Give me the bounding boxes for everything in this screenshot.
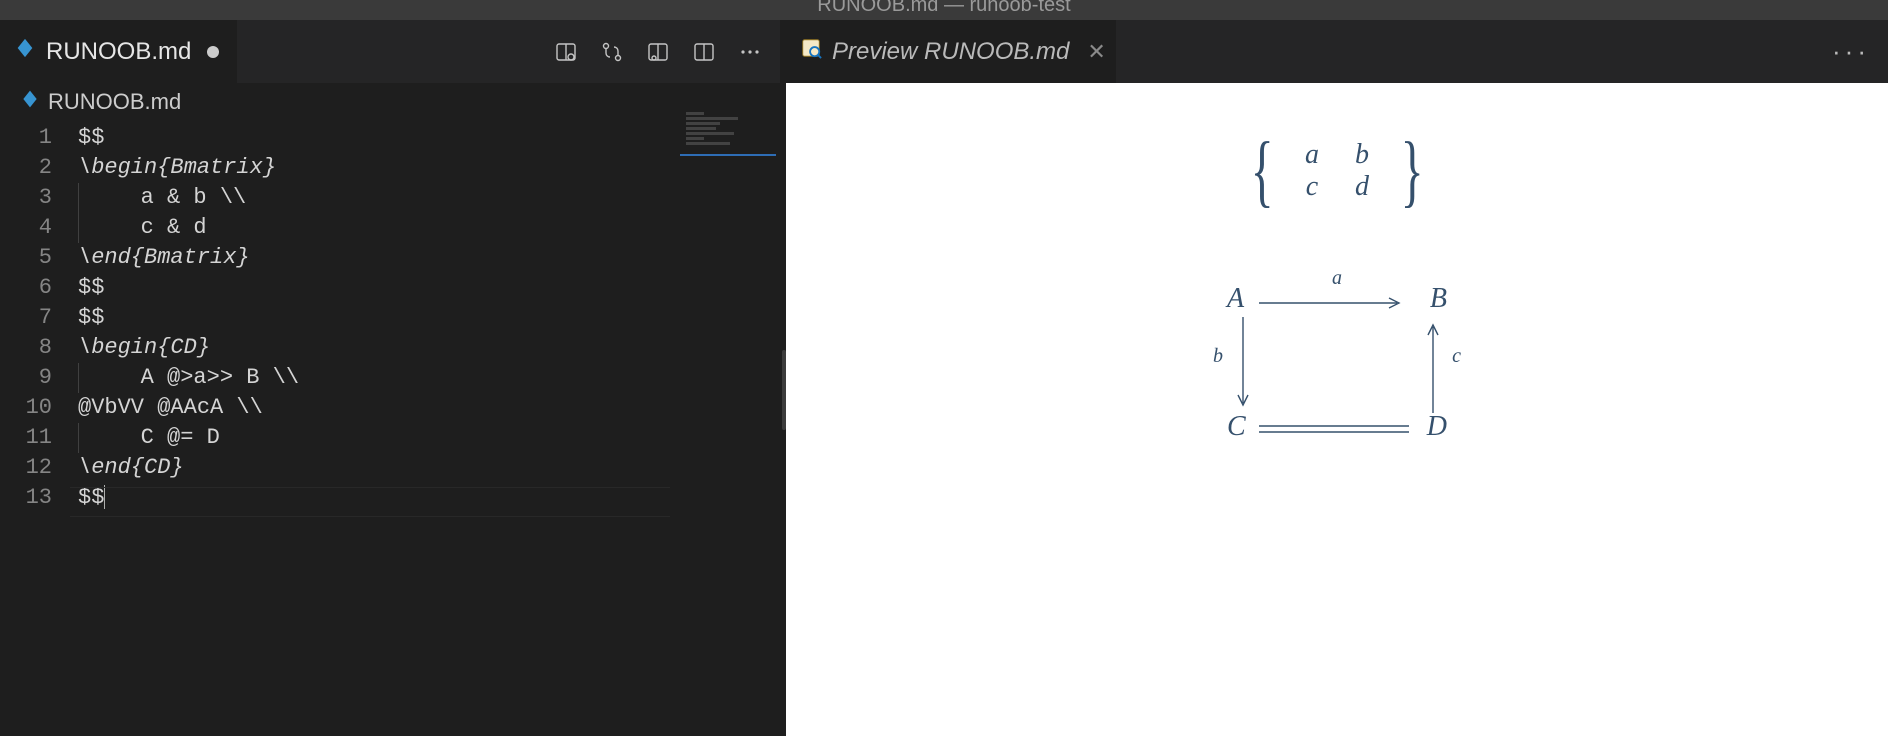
window-titlebar: RUNOOB.md — runoob-test [0,0,1888,20]
split-editor-icon[interactable] [642,36,674,68]
pane-splitter[interactable] [780,20,786,736]
editor-tab-runoob[interactable]: RUNOOB.md [0,20,237,83]
gutter: 1234567 8910111213 [0,119,70,736]
toggle-layout-icon[interactable] [688,36,720,68]
more-icon[interactable] [734,36,766,68]
markdown-icon [14,37,36,66]
code-content[interactable]: $$ \begin{Bmatrix} a & b \\ c & d \end{B… [70,119,780,736]
editor-pane: RUNOOB.md [0,20,780,736]
preview-more-icon[interactable]: ··· [1832,36,1888,67]
editor-tabbar: RUNOOB.md [0,20,780,83]
preview-tab-label: Preview RUNOOB.md [832,38,1069,66]
code-editor[interactable]: 1234567 8910111213 $$ \begin{Bmatrix} a … [0,119,780,736]
preview-tabbar: Preview RUNOOB.md ✕ ··· [786,20,1888,83]
minimap[interactable] [680,110,776,156]
preview-tab[interactable]: Preview RUNOOB.md ✕ [786,20,1116,83]
close-icon[interactable]: ✕ [1087,39,1105,65]
editor-tab-label: RUNOOB.md [46,38,191,66]
open-preview-side-icon[interactable] [550,36,582,68]
preview-body: { a b c d } A B C D [786,83,1888,736]
breadcrumb[interactable]: RUNOOB.md [0,83,780,119]
preview-pane: Preview RUNOOB.md ✕ ··· { a b c d [786,20,1888,736]
current-line-highlight [70,487,670,517]
rendered-bmatrix: { a b c d } [1243,139,1432,203]
window-title: RUNOOB.md — runoob-test [817,0,1070,17]
markdown-icon [20,89,40,115]
dirty-indicator-icon [207,46,219,58]
rendered-cd-diagram: A B C D a b c [1227,283,1447,443]
preview-icon [800,37,822,66]
breadcrumb-label: RUNOOB.md [48,89,181,115]
editor-tab-actions [550,20,780,83]
git-compare-icon[interactable] [596,36,628,68]
